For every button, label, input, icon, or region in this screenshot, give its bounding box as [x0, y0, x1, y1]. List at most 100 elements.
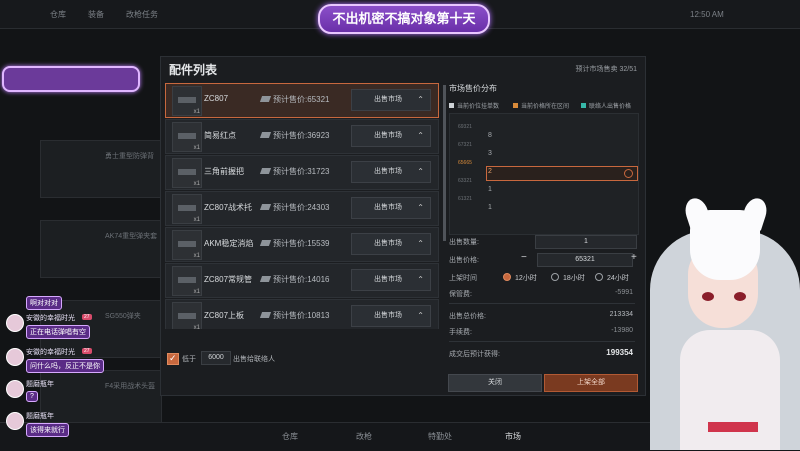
bottom-tab-special[interactable]: 特勤处: [428, 431, 452, 442]
currency-icon: [259, 96, 272, 102]
list-item[interactable]: x1 简易红点 预计售价:36923 出售市场 ⌃: [165, 119, 439, 154]
currency-icon: [259, 168, 272, 174]
target-icon: [624, 169, 633, 178]
chevron-up-icon: ⌃: [417, 311, 424, 320]
sell-market-button[interactable]: 出售市场 ⌃: [351, 197, 431, 219]
duration-24h-radio[interactable]: 24小时: [595, 273, 629, 283]
list-item[interactable]: x1 ZC807 预计售价:65321 出售市场 ⌃: [165, 83, 439, 118]
current-price-row[interactable]: [486, 166, 638, 181]
listing-count: 预计市场售卖 32/51: [575, 66, 637, 73]
custody-fee-label: 保管费:: [449, 291, 472, 298]
chevron-up-icon: ⌃: [417, 275, 424, 284]
minus-button[interactable]: −: [521, 252, 527, 263]
item-thumbnail: x1: [172, 158, 202, 188]
item-name: ZC807战术托: [204, 203, 253, 212]
barrel-icon: [178, 277, 196, 283]
sell-market-button[interactable]: 出售市场 ⌃: [351, 161, 431, 183]
chat-message: 正在电话弹唱有空: [26, 325, 90, 339]
low-price-checkbox[interactable]: ✓: [167, 353, 179, 365]
expected-income-label: 成交后预计获得:: [449, 351, 500, 358]
gun-icon: [178, 97, 196, 103]
handling-fee-value: -13980: [611, 327, 633, 334]
sell-market-button[interactable]: 出售市场 ⌃: [351, 89, 431, 111]
grip-icon: [178, 169, 196, 175]
item-price: 预计售价:14016: [259, 274, 329, 285]
price-input[interactable]: 65321: [537, 253, 633, 267]
market-distribution-title: 市场售价分布: [449, 84, 497, 93]
tab-gun-mod[interactable]: 改枪任务: [126, 9, 158, 20]
chevron-up-icon: ⌃: [417, 203, 424, 212]
legend-item: 当前价格所在区间: [513, 101, 569, 110]
chat-message: 啊对对对: [26, 296, 62, 310]
item-price: 预计售价:65321: [259, 94, 329, 105]
duration-label: 上架时间: [449, 275, 477, 282]
listing-qty: 1: [488, 186, 492, 193]
chevron-up-icon: ⌃: [417, 95, 424, 104]
accessory-list: x1 ZC807 预计售价:65321 出售市场 ⌃ x1 简易红点 预计售价:3…: [165, 83, 441, 329]
chat-avatar: [6, 348, 24, 366]
listing-qty: 2: [488, 168, 492, 175]
accessory-list-dialog: 配件列表 预计市场售卖 32/51 x1 ZC807 预计售价:65321 出售…: [160, 56, 646, 396]
tab-warehouse[interactable]: 仓库: [50, 9, 66, 20]
total-price-label: 出售总价格:: [449, 313, 486, 320]
currency-icon: [259, 240, 272, 246]
item-price: 预计售价:15539: [259, 238, 329, 249]
list-item[interactable]: x1 三角前握把 预计售价:31723 出售市场 ⌃: [165, 155, 439, 190]
list-all-button[interactable]: 上架全部: [544, 374, 638, 392]
item-name: AKM稳定消焰: [204, 239, 254, 248]
chevron-up-icon: ⌃: [417, 239, 424, 248]
plus-button[interactable]: +: [631, 252, 637, 263]
sell-to-contact-label: 出售给联络人: [233, 356, 275, 363]
chevron-up-icon: ⌃: [417, 167, 424, 176]
price-distribution: 69321 8 67321 3 65665 2 63321 1 61321 1: [449, 113, 639, 235]
stream-title-banner: 不出机密不搞对象第十天: [318, 4, 490, 34]
bottom-tab-gunmod[interactable]: 改枪: [356, 431, 372, 442]
listing-qty: 1: [488, 204, 492, 211]
item-price: 预计售价:24303: [259, 202, 329, 213]
threshold-input[interactable]: 6000: [201, 351, 231, 365]
sight-icon: [178, 133, 196, 139]
dialog-title: 配件列表: [169, 63, 218, 77]
vtuber-eye: [702, 292, 714, 301]
item-price: 预计售价:10813: [259, 310, 329, 321]
chat-message: 该得来就行: [26, 423, 69, 437]
list-scrollbar[interactable]: [443, 85, 446, 241]
expected-income-value: 199354: [606, 348, 633, 357]
list-item[interactable]: x1 AKM稳定消焰 预计售价:15539 出售市场 ⌃: [165, 227, 439, 262]
currency-icon: [259, 312, 272, 318]
close-button[interactable]: 关闭: [448, 374, 542, 392]
bottom-tab-warehouse[interactable]: 仓库: [282, 431, 298, 442]
listing-qty: 3: [488, 150, 492, 157]
tab-equipment[interactable]: 装备: [88, 9, 104, 20]
clock: 12:50 AM: [690, 10, 724, 19]
item-thumbnail: x1: [172, 230, 202, 260]
item-name: ZC807: [204, 94, 229, 103]
duration-18h-radio[interactable]: 18小时: [551, 273, 585, 283]
quantity-input[interactable]: 1: [535, 235, 637, 249]
bottom-tab-market[interactable]: 市场: [505, 431, 521, 442]
quantity-label: 出售数量:: [449, 239, 479, 246]
total-price-value: 213334: [609, 311, 633, 318]
vtuber-ribbon: [708, 422, 758, 432]
list-item[interactable]: x1 ZC807上板 预计售价:10813 出售市场 ⌃: [165, 299, 439, 329]
item-name: ZC807常规管: [204, 275, 253, 284]
price-label: 出售价格:: [449, 257, 479, 264]
market-panel: 市场售价分布 当前价位挂单数 当前价格所在区间 联络人出售价格 69321 8 …: [447, 83, 641, 393]
item-thumbnail: x1: [172, 194, 202, 224]
list-item[interactable]: x1 ZC807战术托 预计售价:24303 出售市场 ⌃: [165, 191, 439, 226]
chat-message: ?: [26, 391, 38, 402]
item-thumbnail: x1: [172, 302, 202, 329]
sell-market-button[interactable]: 出售市场 ⌃: [351, 305, 431, 327]
item-thumbnail: x1: [172, 86, 202, 116]
chat-avatar: [6, 412, 24, 430]
price-tick: 65665: [458, 160, 472, 166]
sell-market-button[interactable]: 出售市场 ⌃: [351, 233, 431, 255]
divider: [449, 341, 635, 342]
item-name: ZC807上板: [204, 311, 245, 320]
sell-market-button[interactable]: 出售市场 ⌃: [351, 269, 431, 291]
list-item[interactable]: x1 ZC807常规管 预计售价:14016 出售市场 ⌃: [165, 263, 439, 298]
currency-icon: [259, 204, 272, 210]
sell-market-button[interactable]: 出售市场 ⌃: [351, 125, 431, 147]
duration-12h-radio[interactable]: 12小时: [503, 273, 537, 283]
handling-fee-label: 手续费:: [449, 329, 472, 336]
